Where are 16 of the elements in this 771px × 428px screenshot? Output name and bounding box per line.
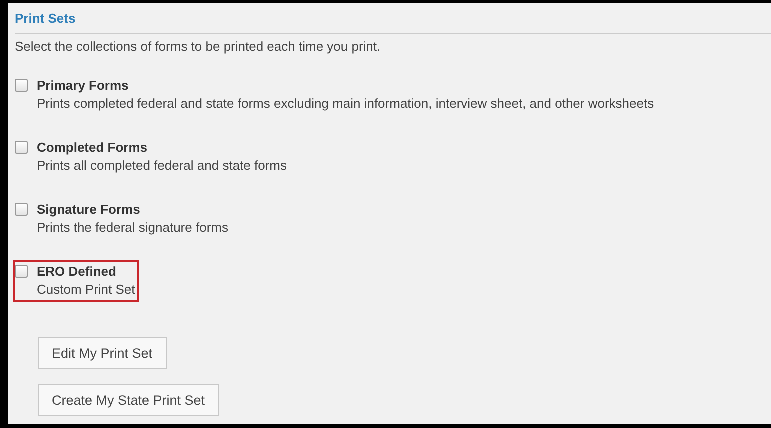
option-label: ERO Defined [37,263,118,280]
section-title: Print Sets [15,10,76,28]
print-set-button[interactable]: Create My State Print Set [38,384,220,416]
option-label: Primary Forms [37,77,130,94]
print-set-button[interactable]: Edit My Print Set [38,337,167,369]
option-label: Completed Forms [37,139,149,156]
description-text: Select the collections of forms to be printed each time you print. [15,39,381,54]
checkbox[interactable] [15,265,28,278]
checkbox[interactable] [15,203,28,216]
checkbox[interactable] [15,79,28,92]
option-description: Prints the federal signature forms [37,219,228,237]
option-description: Prints all completed federal and state forms [37,157,288,175]
checkbox[interactable] [15,141,28,154]
option-label: Signature Forms [37,201,142,218]
option-description: Custom Print Set [37,281,136,299]
option-description: Prints completed federal and state forms excluding main information, interview sheet, and other worksheets [37,95,654,113]
